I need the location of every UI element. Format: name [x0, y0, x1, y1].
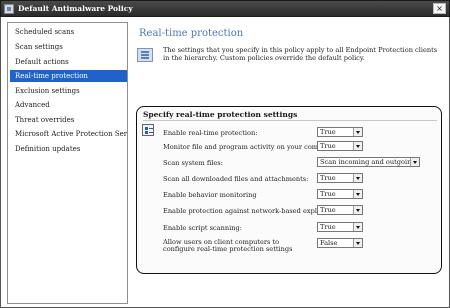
settings-divider	[143, 120, 437, 121]
title-bar: Default Antimalware Policy ×	[0, 0, 450, 17]
sidebar-item-default-actions[interactable]: Default actions	[10, 56, 127, 68]
chevron-down-icon	[353, 190, 362, 198]
scan-downloads-value: True	[320, 175, 336, 182]
chevron-down-icon	[353, 223, 362, 231]
settings-list-icon	[142, 124, 154, 136]
sidebar-item-active-protection-service[interactable]: Microsoft Active Protection Service	[10, 128, 127, 140]
chevron-down-icon	[353, 142, 362, 150]
setting-label-real-time-protection: Enable real-time protection:	[163, 129, 258, 137]
policy-icon	[4, 4, 14, 14]
script-scanning-value: True	[320, 224, 336, 231]
real-time-protection-dropdown[interactable]: True	[317, 127, 363, 137]
monitor-activity-value: True	[320, 143, 336, 150]
sidebar: Scheduled scans Scan settings Default ac…	[7, 22, 128, 304]
chevron-down-icon	[353, 174, 362, 182]
chevron-down-icon	[353, 128, 362, 136]
script-scanning-dropdown[interactable]: True	[317, 222, 363, 232]
real-time-protection-value: True	[320, 129, 336, 136]
real-time-settings-panel: Specify real-time protection settings En…	[136, 106, 442, 274]
chevron-down-icon	[353, 206, 362, 214]
allow-user-config-dropdown[interactable]: False	[317, 238, 363, 248]
allow-user-config-value: False	[320, 240, 338, 247]
scan-system-files-value: Scan incoming and outgoing files	[320, 159, 410, 166]
sidebar-item-advanced[interactable]: Advanced	[10, 99, 127, 111]
network-exploits-dropdown[interactable]: True	[317, 205, 363, 215]
behavior-monitoring-value: True	[320, 191, 336, 198]
chevron-down-icon	[353, 239, 362, 247]
sidebar-item-scan-settings[interactable]: Scan settings	[10, 41, 127, 53]
sidebar-item-real-time-protection[interactable]: Real-time protection	[10, 70, 127, 82]
setting-label-allow-user-config: Allow users on client computers to confi…	[163, 238, 293, 253]
main-panel: Real-time protection The settings that y…	[133, 22, 444, 304]
network-exploits-value: True	[320, 207, 336, 214]
sidebar-item-threat-overrides[interactable]: Threat overrides	[10, 114, 127, 126]
behavior-monitoring-dropdown[interactable]: True	[317, 189, 363, 199]
window-title: Default Antimalware Policy	[18, 4, 133, 13]
setting-label-network-exploits: Enable protection against network-based …	[163, 207, 332, 215]
settings-panel-title: Specify real-time protection settings	[143, 110, 298, 119]
monitor-activity-dropdown[interactable]: True	[317, 141, 363, 151]
page-title: Real-time protection	[139, 28, 244, 39]
sidebar-item-scheduled-scans[interactable]: Scheduled scans	[10, 26, 127, 38]
chevron-down-icon	[410, 158, 419, 166]
policy-description: The settings that you specify in this po…	[163, 46, 438, 62]
sidebar-item-exclusion-settings[interactable]: Exclusion settings	[10, 85, 127, 97]
setting-label-scan-downloads: Scan all downloaded files and attachment…	[163, 175, 309, 183]
setting-label-script-scanning: Enable script scanning:	[163, 224, 242, 232]
info-list-icon	[137, 48, 153, 62]
setting-label-behavior-monitoring: Enable behavior monitoring	[163, 191, 257, 199]
scan-system-files-dropdown[interactable]: Scan incoming and outgoing files	[317, 157, 420, 167]
setting-label-monitor-activity: Monitor file and program activity on you…	[163, 143, 339, 151]
scan-downloads-dropdown[interactable]: True	[317, 173, 363, 183]
setting-label-scan-system-files: Scan system files:	[163, 159, 223, 167]
close-button[interactable]: ×	[433, 3, 446, 14]
sidebar-item-definition-updates[interactable]: Definition updates	[10, 143, 127, 155]
